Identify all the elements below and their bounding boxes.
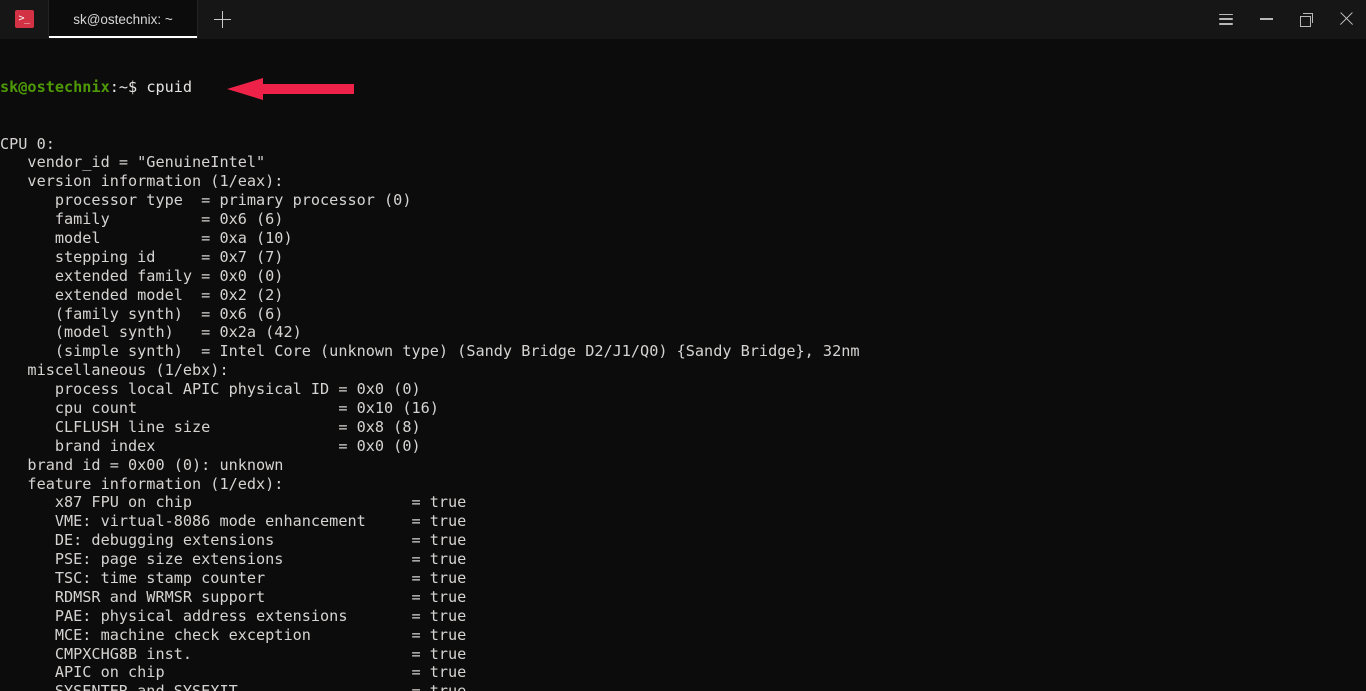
terminal-output-line: PSE: page size extensions = true [0, 550, 860, 569]
new-tab-button[interactable] [197, 0, 246, 38]
terminal-output: CPU 0: vendor_id = "GenuineIntel" versio… [0, 135, 860, 691]
terminal-output-line: MCE: machine check exception = true [0, 626, 860, 645]
terminal-output-line: feature information (1/edx): [0, 475, 860, 494]
prompt-user-host: sk@ostechnix [0, 78, 110, 96]
titlebar: >_ sk@ostechnix: ~ [0, 0, 1366, 39]
terminal-output-line: extended family = 0x0 (0) [0, 267, 860, 286]
terminal-output-line: extended model = 0x2 (2) [0, 286, 860, 305]
terminal-output-line: TSC: time stamp counter = true [0, 569, 860, 588]
terminal-output-line: RDMSR and WRMSR support = true [0, 588, 860, 607]
terminal-output-line: miscellaneous (1/ebx): [0, 361, 860, 380]
minimize-button[interactable] [1246, 0, 1286, 38]
terminal-prompt-icon: >_ [15, 10, 34, 28]
prompt-command: cpuid [146, 78, 192, 96]
terminal-output-line: brand index = 0x0 (0) [0, 437, 860, 456]
terminal-output-line: (family synth) = 0x6 (6) [0, 305, 860, 324]
terminal-output-line: VME: virtual-8086 mode enhancement = tru… [0, 512, 860, 531]
app-icon-cell[interactable]: >_ [0, 0, 49, 38]
terminal-screen: sk@ostechnix:~$ cpuid CPU 0: vendor_id =… [0, 40, 860, 691]
terminal-output-line: process local APIC physical ID = 0x0 (0) [0, 380, 860, 399]
terminal-output-line: (simple synth) = Intel Core (unknown typ… [0, 342, 860, 361]
tab-label: sk@ostechnix: ~ [73, 12, 173, 27]
terminal-output-line: APIC on chip = true [0, 663, 860, 682]
close-button[interactable] [1326, 0, 1366, 38]
terminal-output-line: processor type = primary processor (0) [0, 191, 860, 210]
maximize-button[interactable] [1286, 0, 1326, 38]
terminal-output-line: vendor_id = "GenuineIntel" [0, 153, 860, 172]
titlebar-drag-area[interactable] [246, 0, 1206, 38]
minimize-icon [1260, 18, 1273, 20]
maximize-icon [1300, 13, 1313, 26]
terminal-output-line: model = 0xa (10) [0, 229, 860, 248]
terminal-window: >_ sk@ostechnix: ~ sk@ostechn [0, 0, 1366, 691]
close-icon [1339, 12, 1353, 26]
terminal-output-line: cpu count = 0x10 (16) [0, 399, 860, 418]
terminal-output-line: CMPXCHG8B inst. = true [0, 645, 860, 664]
terminal-output-line: brand id = 0x00 (0): unknown [0, 456, 860, 475]
terminal-output-line: x87 FPU on chip = true [0, 493, 860, 512]
menu-button[interactable] [1206, 0, 1246, 38]
terminal-output-line: (model synth) = 0x2a (42) [0, 323, 860, 342]
prompt-separator: :~$ [110, 78, 147, 96]
terminal-output-line: CLFLUSH line size = 0x8 (8) [0, 418, 860, 437]
tab-sk-ostechnix[interactable]: sk@ostechnix: ~ [49, 0, 197, 38]
terminal-output-line: stepping id = 0x7 (7) [0, 248, 860, 267]
terminal-output-line: family = 0x6 (6) [0, 210, 860, 229]
terminal-output-line: version information (1/eax): [0, 172, 860, 191]
window-controls [1206, 0, 1366, 38]
terminal-output-line: CPU 0: [0, 135, 860, 154]
plus-icon [214, 11, 231, 28]
terminal-output-line: DE: debugging extensions = true [0, 531, 860, 550]
prompt-line: sk@ostechnix:~$ cpuid [0, 78, 860, 97]
terminal-body[interactable]: sk@ostechnix:~$ cpuid CPU 0: vendor_id =… [0, 39, 1366, 691]
terminal-output-line: PAE: physical address extensions = true [0, 607, 860, 626]
terminal-output-line: SYSENTER and SYSEXIT = true [0, 682, 860, 691]
hamburger-icon [1219, 14, 1233, 25]
